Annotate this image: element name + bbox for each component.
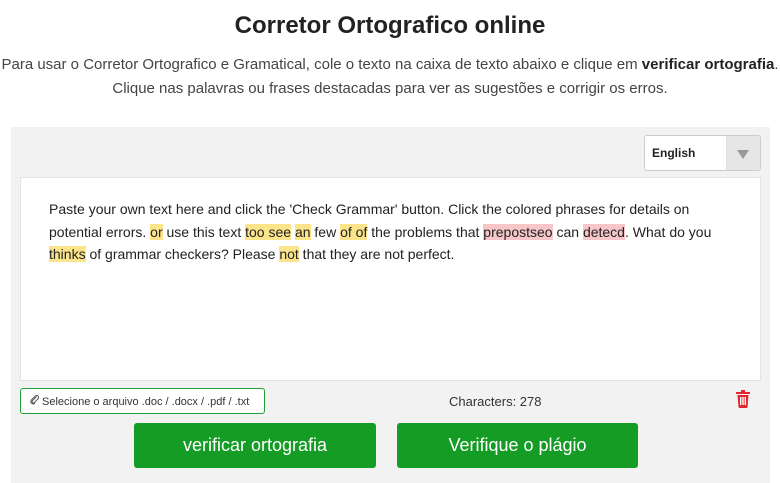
text-editor[interactable]: Paste your own text here and click the '… [20, 177, 761, 381]
highlight-spelling-error[interactable]: detecd [582, 223, 625, 240]
subtitle-line1-prefix: Para usar o Corretor Ortografico e Grama… [1, 56, 642, 73]
subtitle-line-2: Clique nas palavras ou frases destacadas… [112, 80, 668, 97]
subtitle-line-1: Para usar o Corretor Ortografico e Grama… [0, 53, 780, 77]
highlight-suggestion[interactable]: an [294, 223, 311, 240]
editor-text-segment: the problems that [367, 223, 484, 240]
highlight-suggestion[interactable]: not [279, 246, 299, 262]
editor-text[interactable]: Paste your own text here and click the '… [49, 198, 729, 266]
language-select-value: English [652, 146, 696, 160]
checker-panel: English Paste your own text here and cli… [11, 127, 770, 483]
highlight-spelling-error[interactable]: prepostseo [483, 223, 553, 240]
editor-text-segment: . What do you [624, 223, 712, 240]
editor-text-segment: can [552, 223, 583, 240]
language-select[interactable]: English [644, 135, 761, 171]
highlight-suggestion[interactable]: too see [245, 223, 292, 240]
paperclip-icon [30, 394, 40, 408]
language-select-arrow-box[interactable] [726, 136, 760, 170]
page-subtitle: Para usar o Corretor Ortografico e Grama… [0, 53, 780, 101]
character-count: Characters: 278 [449, 394, 542, 409]
highlight-suggestion[interactable]: or [150, 223, 163, 240]
page-title: Corretor Ortografico online [234, 12, 546, 39]
subtitle-line1-bold: verificar ortografia [641, 56, 775, 73]
editor-text-segment: of grammar checkers? Please [85, 246, 280, 262]
check-plagiarism-button[interactable]: Verifique o plágio [397, 423, 638, 468]
editor-text-segment: that they are not perfect. [298, 246, 455, 262]
editor-text-segment: use this text [162, 223, 246, 240]
trash-icon[interactable] [736, 390, 750, 408]
highlight-suggestion[interactable]: thinks [49, 246, 86, 262]
highlight-suggestion[interactable]: of of [340, 223, 368, 240]
chevron-down-icon [737, 150, 749, 159]
file-upload-button[interactable]: Selecione o arquivo .doc / .docx / .pdf … [20, 388, 265, 414]
editor-text-segment: few [310, 223, 341, 240]
file-upload-label: Selecione o arquivo .doc / .docx / .pdf … [42, 396, 250, 408]
check-spelling-button[interactable]: verificar ortografia [134, 423, 376, 468]
subtitle-line1-suffix: . [774, 56, 779, 73]
